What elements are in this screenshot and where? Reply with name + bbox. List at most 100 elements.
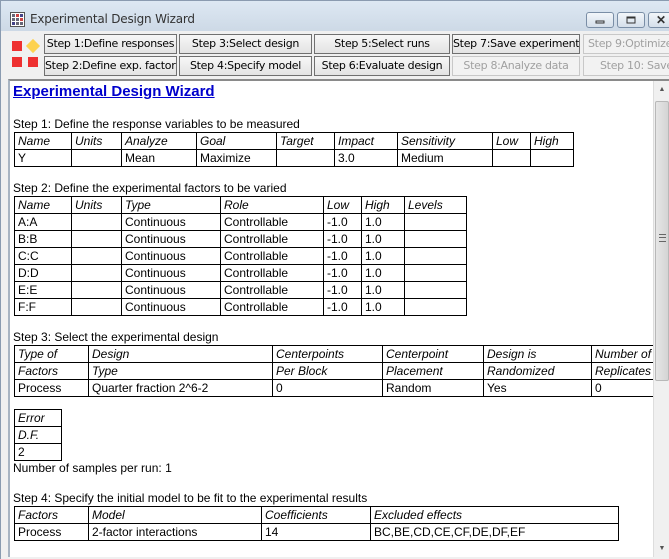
table-row: E:E Continuous Controllable -1.0 1.0: [14, 281, 467, 299]
window-title: Experimental Design Wizard: [30, 12, 195, 26]
step5-select-runs-button[interactable]: Step 5:Select runs: [314, 34, 450, 54]
table-cell: Continuous: [121, 213, 221, 231]
step7-save-experiment-button[interactable]: Step 7:Save experiment: [452, 34, 580, 54]
table-row: Y Mean Maximize 3.0 Medium: [14, 149, 574, 167]
table-cell: Y: [14, 149, 72, 167]
header-cell: Factors: [14, 362, 89, 380]
header-cell: Units: [71, 196, 122, 214]
table-cell: 1.0: [361, 247, 405, 265]
header-cell: Type: [88, 362, 273, 380]
table-cell: Controllable: [220, 247, 324, 265]
table-cell: -1.0: [323, 298, 362, 316]
header-cell: High: [530, 132, 574, 150]
step1-define-responses-button[interactable]: Step 1:Define responses: [44, 34, 177, 54]
table-row: Process 2-factor interactions 14 BC,BE,C…: [14, 523, 619, 541]
table-cell: [404, 230, 467, 248]
header-cell: Number of: [591, 345, 658, 363]
table-cell: [276, 149, 335, 167]
table-cell: Continuous: [121, 247, 221, 265]
table-header-row: D.F.: [14, 426, 62, 444]
table-header-row: Name Units Analyze Goal Target Impact Se…: [14, 132, 574, 150]
table-header-row: Error: [14, 409, 62, 427]
header-cell: Randomized: [483, 362, 592, 380]
title-bar: Experimental Design Wizard ✕: [1, 1, 669, 31]
header-cell: Centerpoints: [272, 345, 383, 363]
scroll-down-arrow-icon[interactable]: ▼: [654, 540, 669, 557]
table-header-row: Factors Type Per Block Placement Randomi…: [14, 362, 658, 380]
close-icon: ✕: [655, 13, 667, 27]
table-cell: [404, 213, 467, 231]
table-cell: Controllable: [220, 298, 324, 316]
step9-optimize-button[interactable]: Step 9:Optimize re: [583, 34, 669, 54]
table-cell: Random: [382, 379, 484, 397]
step10-save-button[interactable]: Step 10: Save: [583, 56, 669, 76]
header-cell: High: [361, 196, 405, 214]
header-cell: Sensitivity: [397, 132, 493, 150]
scroll-up-arrow-icon[interactable]: ▲: [654, 81, 669, 98]
grip-icon: [659, 234, 666, 242]
header-cell: D.F.: [14, 426, 62, 444]
header-cell: Replicates: [591, 362, 658, 380]
header-cell: Low: [492, 132, 531, 150]
table-cell: [71, 298, 122, 316]
table-cell: 1.0: [361, 264, 405, 282]
table-row: Process Quarter fraction 2^6-2 0 Random …: [14, 379, 658, 397]
header-cell: Units: [71, 132, 122, 150]
header-cell: Type: [121, 196, 221, 214]
minimize-icon: [595, 20, 605, 24]
restore-icon: [626, 16, 636, 24]
table-cell: 14: [261, 523, 371, 541]
table-row: 2: [14, 443, 62, 461]
header-cell: Name: [14, 132, 72, 150]
app-icon: [10, 12, 25, 27]
table-cell: [404, 281, 467, 299]
model-table: Factors Model Coefficients Excluded effe…: [14, 506, 619, 541]
step1-heading: Step 1: Define the response variables to…: [13, 117, 300, 131]
maximize-button[interactable]: [617, 12, 645, 28]
table-cell: 0: [272, 379, 383, 397]
minimize-button[interactable]: [586, 12, 614, 28]
table-cell: [404, 264, 467, 282]
close-button[interactable]: ✕: [648, 12, 669, 28]
table-cell: F:F: [14, 298, 72, 316]
table-cell: [71, 149, 122, 167]
step3-select-design-button[interactable]: Step 3:Select design: [179, 34, 312, 54]
wizard-logo-icon: [11, 37, 45, 71]
table-cell: E:E: [14, 281, 72, 299]
table-cell: Process: [14, 379, 89, 397]
header-cell: Placement: [382, 362, 484, 380]
table-cell: Continuous: [121, 281, 221, 299]
step4-specify-model-button[interactable]: Step 4:Specify model: [179, 56, 312, 76]
table-cell: [492, 149, 531, 167]
table-cell: [71, 230, 122, 248]
step3-heading: Step 3: Select the experimental design: [13, 330, 219, 344]
table-cell: [71, 264, 122, 282]
vertical-scrollbar[interactable]: ▲ ▼: [653, 81, 669, 557]
table-cell: Controllable: [220, 213, 324, 231]
document-pane: Experimental Design Wizard Step 1: Defin…: [8, 79, 669, 557]
error-df-table: Error D.F. 2: [14, 409, 62, 461]
table-cell: [530, 149, 574, 167]
step2-define-factors-button[interactable]: Step 2:Define exp. factors: [44, 56, 177, 76]
step4-heading: Step 4: Specify the initial model to be …: [13, 491, 368, 505]
table-row: A:A Continuous Controllable -1.0 1.0: [14, 213, 467, 231]
step8-analyze-data-button[interactable]: Step 8:Analyze data: [452, 56, 580, 76]
table-cell: Medium: [397, 149, 493, 167]
header-cell: Goal: [196, 132, 277, 150]
table-cell: Yes: [483, 379, 592, 397]
table-cell: D:D: [14, 264, 72, 282]
header-cell: Role: [220, 196, 324, 214]
step6-evaluate-design-button[interactable]: Step 6:Evaluate design: [314, 56, 450, 76]
samples-per-run-text: Number of samples per run: 1: [13, 461, 172, 475]
table-cell: -1.0: [323, 281, 362, 299]
table-header-row: Type of Design Centerpoints Centerpoint …: [14, 345, 658, 363]
table-cell: [404, 247, 467, 265]
scrollbar-thumb[interactable]: [655, 101, 669, 381]
document-title-link[interactable]: Experimental Design Wizard: [13, 83, 215, 100]
table-cell: C:C: [14, 247, 72, 265]
header-cell: Impact: [334, 132, 398, 150]
header-cell: Error: [14, 409, 62, 427]
table-cell: Mean: [121, 149, 197, 167]
table-row: C:C Continuous Controllable -1.0 1.0: [14, 247, 467, 265]
table-cell: [71, 213, 122, 231]
